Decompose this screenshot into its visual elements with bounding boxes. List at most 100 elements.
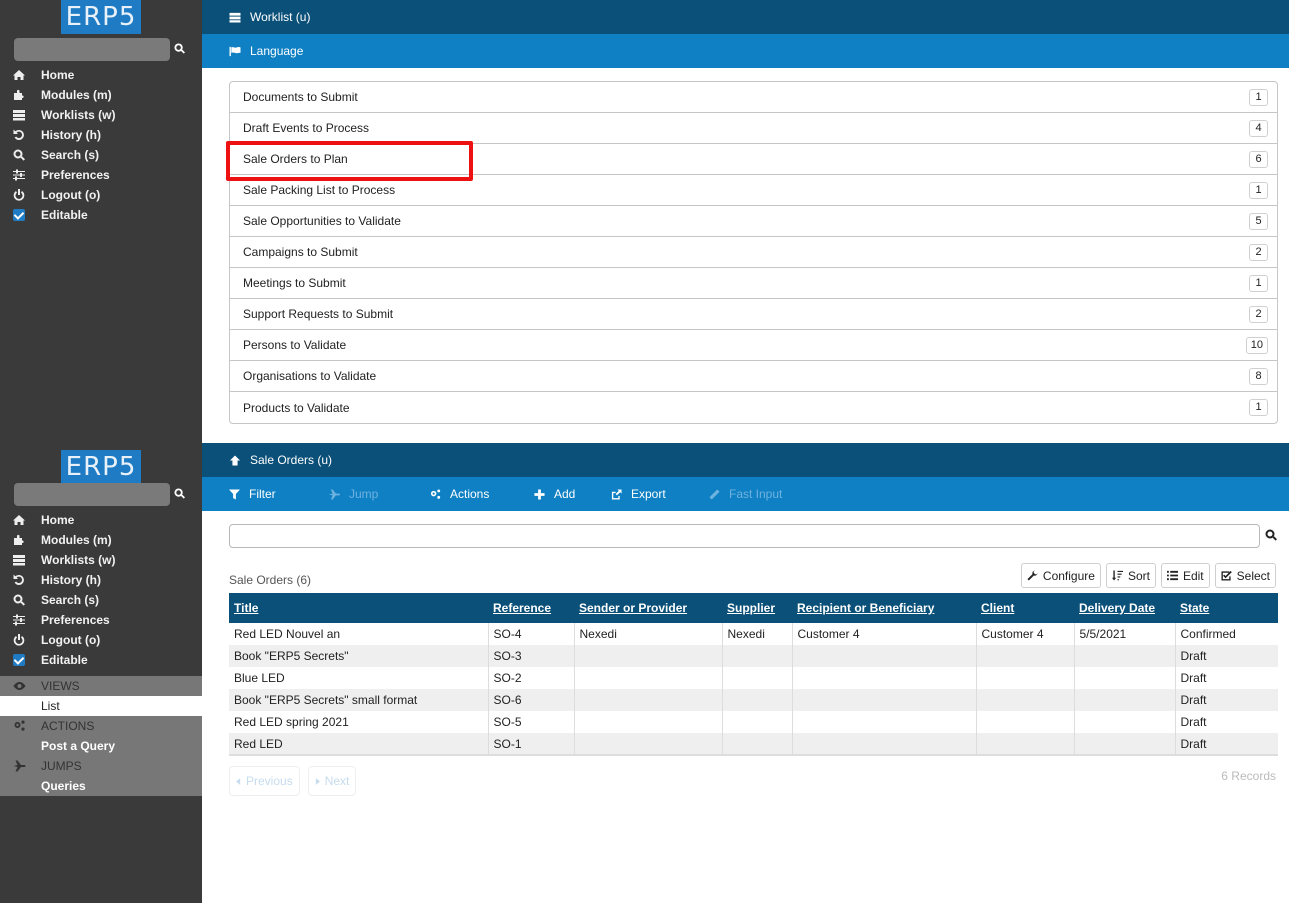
table-row[interactable]: Red LED Nouvel an SO-4 Nexedi Nexedi Custome… — [229, 623, 1278, 645]
sidebar-item-modules[interactable]: Modules (m) — [0, 530, 202, 550]
action-link-post-query[interactable]: Post a Query — [0, 736, 202, 756]
column-client[interactable]: Client — [981, 601, 1014, 615]
column-header[interactable]: Reference — [488, 593, 574, 623]
list-search-button[interactable] — [1265, 529, 1278, 542]
sidebar-item-modules[interactable]: Modules (m) — [0, 85, 202, 105]
sidebar-item-preferences[interactable]: Preferences — [0, 165, 202, 185]
sidebar-item-logout[interactable]: Logout (o) — [0, 630, 202, 650]
column-header[interactable]: Client — [976, 593, 1074, 623]
home-icon — [13, 514, 25, 526]
edit-label: Edit — [1182, 568, 1204, 583]
worklist-item[interactable]: Organisations to Validate 8 — [230, 361, 1277, 392]
eye-icon — [13, 680, 26, 692]
next-button[interactable]: Next — [307, 766, 357, 796]
fast-input-button[interactable]: Fast Input — [709, 487, 782, 501]
actions-label: Actions — [450, 487, 490, 501]
checkbox-icon[interactable] — [13, 654, 25, 666]
column-header[interactable]: Title — [229, 593, 488, 623]
sidebar-item-logout[interactable]: Logout (o) — [0, 185, 202, 205]
power-icon — [13, 634, 25, 646]
cell-state: Draft — [1174, 667, 1278, 689]
table-row[interactable]: Red LED spring 2021 SO-5 Draft — [229, 711, 1278, 733]
jump-link-queries[interactable]: Queries — [0, 776, 202, 796]
table-row[interactable]: Blue LED SO-2 Draft — [229, 667, 1278, 689]
worklist-item[interactable]: Support Requests to Submit 2 — [230, 299, 1277, 330]
sidebar-item-label: Editable — [41, 208, 88, 222]
column-header[interactable]: Recipient or Beneficiary — [792, 593, 976, 623]
sidebar-search-input[interactable] — [14, 483, 170, 506]
sidebar-item-home[interactable]: Home — [0, 65, 202, 85]
worklist-item[interactable]: Meetings to Submit 1 — [230, 268, 1277, 299]
sidebar-item-editable[interactable]: Editable — [0, 650, 202, 670]
filter-button[interactable]: Filter — [229, 487, 329, 501]
table-row[interactable]: Book "ERP5 Secrets" small format SO-6 Draf… — [229, 689, 1278, 711]
sidebar-item-search[interactable]: Search (s) — [0, 145, 202, 165]
cell-title[interactable]: Book "ERP5 Secrets" — [229, 645, 488, 667]
erp5-logo[interactable]: ERP5 — [61, 0, 141, 34]
worklist-item[interactable]: Draft Events to Process 4 — [230, 113, 1277, 144]
sidebar-item-worklists[interactable]: Worklists (w) — [0, 550, 202, 570]
column-header[interactable]: Delivery Date — [1074, 593, 1175, 623]
table-row[interactable]: Red LED SO-1 Draft — [229, 733, 1278, 756]
sidebar-item-worklists[interactable]: Worklists (w) — [0, 105, 202, 125]
actions-button[interactable]: Actions — [430, 487, 534, 501]
column-delivery-date[interactable]: Delivery Date — [1079, 601, 1155, 615]
cell-title[interactable]: Book "ERP5 Secrets" small format — [229, 689, 488, 711]
worklist-item[interactable]: Sale Opportunities to Validate 5 — [230, 206, 1277, 237]
jump-button[interactable]: Jump — [329, 487, 430, 501]
cell-title[interactable]: Red LED Nouvel an — [229, 623, 488, 645]
worklist-item[interactable]: Sale Packing List to Process 1 — [230, 175, 1277, 206]
worklist-item-label: Organisations to Validate — [243, 369, 377, 383]
cell-title[interactable]: Red LED — [229, 733, 488, 756]
sidebar-search-button[interactable] — [174, 488, 188, 502]
worklist-item[interactable]: Persons to Validate 10 — [230, 330, 1277, 361]
column-title[interactable]: Title — [234, 601, 258, 615]
sort-button[interactable]: Sort — [1105, 563, 1156, 588]
cell-title[interactable]: Blue LED — [229, 667, 488, 689]
view-link-list[interactable]: List — [0, 696, 202, 716]
worklist-item[interactable]: Campaigns to Submit 2 — [230, 237, 1277, 268]
cell-sender — [573, 733, 722, 756]
sidebar-nav: Home Modules (m) Worklists (w) History (… — [0, 65, 202, 225]
column-reference[interactable]: Reference — [493, 601, 551, 615]
language-link[interactable]: Language — [250, 44, 303, 58]
cell-delivery-date — [1073, 667, 1175, 689]
sidebar-item-search[interactable]: Search (s) — [0, 590, 202, 610]
export-button[interactable]: Export — [611, 487, 709, 501]
configure-button[interactable]: Configure — [1020, 563, 1101, 588]
column-header[interactable]: State — [1175, 593, 1278, 623]
add-button[interactable]: Add — [534, 487, 611, 501]
worklist-item[interactable]: Products to Validate 1 — [230, 392, 1277, 423]
worklist-item-label: Sale Packing List to Process — [243, 183, 396, 197]
header-title[interactable]: Worklist (u) — [250, 10, 310, 24]
edit-button[interactable]: Edit — [1160, 563, 1210, 588]
sidebar-item-editable[interactable]: Editable — [0, 205, 202, 225]
sidebar-search-button[interactable] — [174, 43, 188, 57]
column-supplier[interactable]: Supplier — [727, 601, 775, 615]
sidebar: ERP5 Home Modules (m) Worklists (w) Hist… — [0, 443, 202, 903]
column-sender[interactable]: Sender or Provider — [579, 601, 687, 615]
worklist-item-label: Products to Validate — [243, 400, 350, 415]
sidebar-item-home[interactable]: Home — [0, 510, 202, 530]
sidebar-search-input[interactable] — [14, 38, 170, 61]
select-button[interactable]: Select — [1214, 563, 1276, 588]
checkbox-icon[interactable] — [13, 209, 25, 221]
column-recipient[interactable]: Recipient or Beneficiary — [797, 601, 934, 615]
sidebar-item-history[interactable]: History (h) — [0, 125, 202, 145]
list-search-input[interactable] — [229, 524, 1260, 548]
erp5-logo[interactable]: ERP5 — [61, 450, 141, 484]
worklist-item[interactable]: Documents to Submit 1 — [230, 82, 1277, 113]
sidebar-item-preferences[interactable]: Preferences — [0, 610, 202, 630]
column-state[interactable]: State — [1180, 601, 1209, 615]
jumps-header-label: JUMPS — [41, 759, 82, 773]
cell-state: Confirmed — [1174, 623, 1278, 645]
column-header[interactable]: Supplier — [722, 593, 792, 623]
worklist-item[interactable]: Sale Orders to Plan 6 — [230, 144, 1277, 175]
header-title[interactable]: Sale Orders (u) — [250, 453, 332, 467]
sidebar-item-label: Home — [41, 68, 75, 82]
table-row[interactable]: Book "ERP5 Secrets" SO-3 Draft — [229, 645, 1278, 667]
sidebar-item-history[interactable]: History (h) — [0, 570, 202, 590]
cell-title[interactable]: Red LED spring 2021 — [229, 711, 488, 733]
previous-button[interactable]: Previous — [229, 766, 300, 796]
column-header[interactable]: Sender or Provider — [574, 593, 722, 623]
